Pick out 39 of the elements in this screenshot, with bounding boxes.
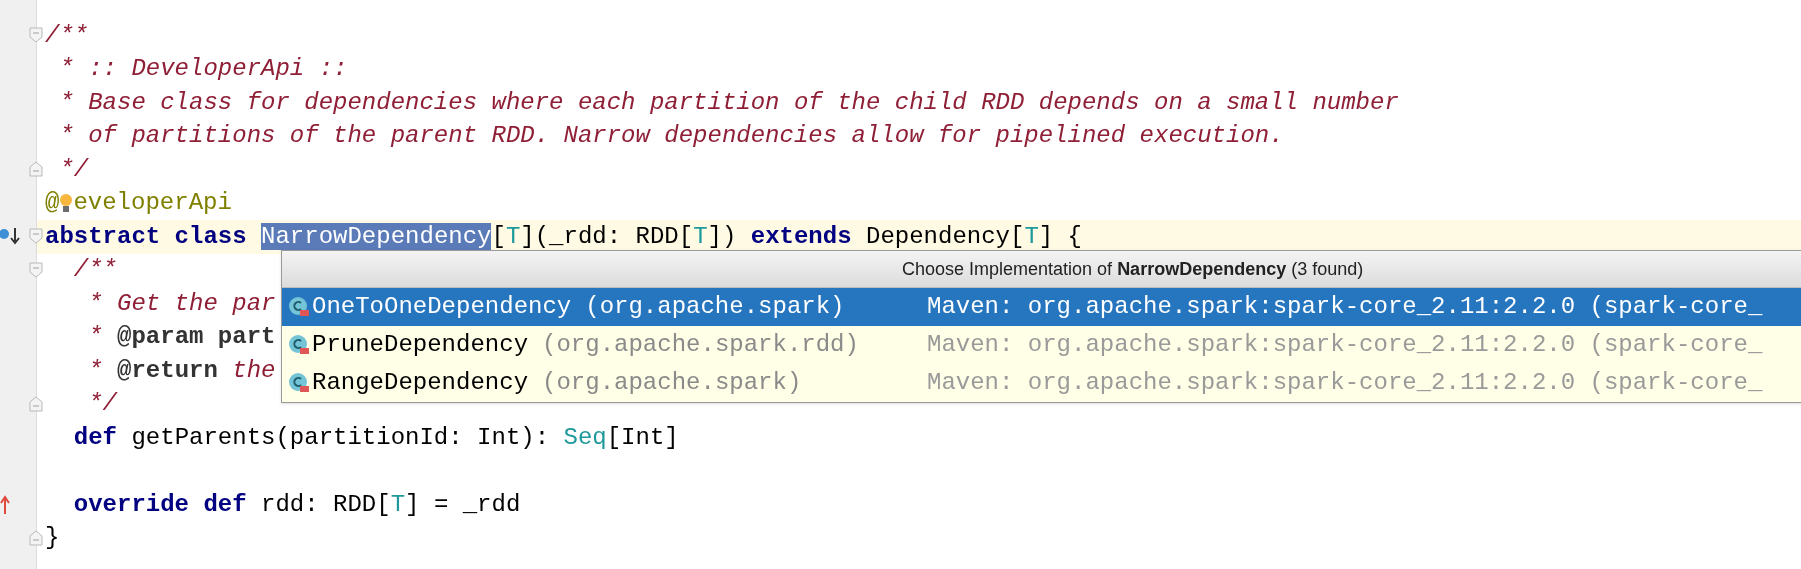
code-line: } [45,523,60,554]
class-name: OneToOneDependency [312,292,572,322]
code-line: def getParents(partitionId: Int): Seq[Int] [72,422,679,453]
implementation-item[interactable]: PruneDependency (org.apache.spark.rdd) Maven: org.apache.spark:spark-core_2.11:2.2.0 (spark-core_ [282,326,1801,364]
code-line: * Base class for dependencies where each partition of the child RDD depends on a small number [58,87,1399,118]
code-line: * @param part [87,322,276,353]
library-location: Maven: org.apache.spark:spark-core_2.11:2.2.0 (spark-core_ [927,368,1763,398]
code-line: /** [45,20,89,51]
fold-icon[interactable] [29,161,43,177]
package-name: (org.apache.spark.rdd) [542,330,860,360]
code-line: override def rdd: RDD[T] = _rdd [72,489,521,520]
class-name: PruneDependency [312,330,529,360]
fold-icon[interactable] [29,228,43,244]
code-line: */ [58,154,89,185]
implementation-item[interactable]: OneToOneDependency (org.apache.spark) Maven: org.apache.spark:spark-core_2.11:2.2.0 (spark-core_ [282,288,1801,326]
fold-icon[interactable] [29,261,43,278]
lightbulb-icon[interactable] [59,192,74,215]
library-location: Maven: org.apache.spark:spark-core_2.11:2.2.0 (spark-core_ [927,292,1763,322]
popup-title: Choose Implementation of NarrowDependency (3 found) [902,257,1364,281]
fold-icon[interactable] [29,529,43,546]
annotation-text: @ [45,188,60,219]
code-line: /** [72,255,117,286]
code-line: * @return the [87,355,276,386]
up-arrow-icon[interactable] [0,495,10,515]
fold-icon[interactable] [29,395,43,412]
code-line: * Get the par [87,288,276,319]
package-name: (org.apache.spark) [542,368,803,398]
class-icon [288,334,310,356]
library-location: Maven: org.apache.spark:spark-core_2.11:2.2.0 (spark-core_ [927,330,1763,360]
class-icon [288,372,310,394]
implementation-item[interactable]: RangeDependency (org.apache.spark) Maven: org.apache.spark:spark-core_2.11:2.2.0 (spark-core_ [282,364,1801,402]
annotation-text: eveloperApi [73,188,232,219]
code-line: * of partitions of the parent RDD. Narrow dependencies allow for pipelined execution. [58,121,1284,152]
class-name: RangeDependency [312,368,529,398]
code-line: * :: DeveloperApi :: [58,54,348,85]
code-line: */ [87,389,117,420]
circle-arrow-icon[interactable] [0,226,22,246]
class-icon [288,296,310,318]
fold-icon[interactable] [29,27,43,43]
